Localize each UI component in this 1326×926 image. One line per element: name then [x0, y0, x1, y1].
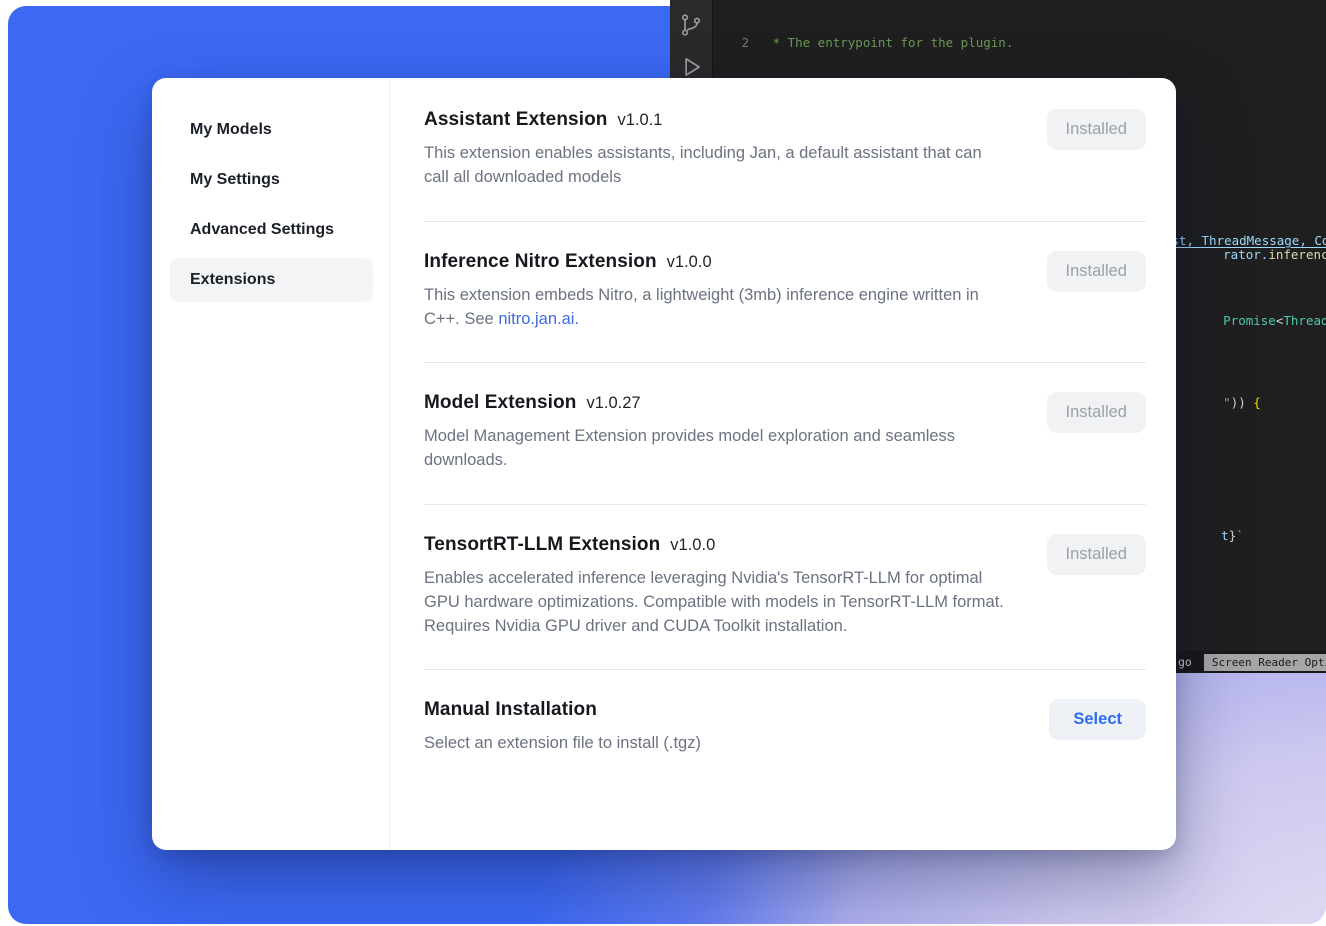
extension-title: Model Extension	[424, 392, 576, 414]
extension-description: This extension embeds Nitro, a lightweig…	[424, 283, 1007, 332]
extension-row-model: Model Extension v1.0.27 Model Management…	[424, 363, 1146, 505]
sidebar-item-label: Advanced Settings	[190, 221, 334, 239]
extension-row-inference-nitro: Inference Nitro Extension v1.0.0 This ex…	[424, 222, 1146, 364]
run-debug-icon[interactable]	[678, 54, 704, 80]
extension-description: This extension enables assistants, inclu…	[424, 141, 1007, 190]
sidebar-item-label: My Models	[190, 121, 272, 139]
source-control-icon[interactable]	[678, 12, 704, 38]
extension-row-assistant: Assistant Extension v1.0.1 This extensio…	[424, 78, 1146, 222]
manual-installation-title: Manual Installation	[424, 699, 597, 721]
code-fragment: rator.inference(data));	[1178, 230, 1326, 280]
extension-row-tensorrt-llm: TensortRT-LLM Extension v1.0.0 Enables a…	[424, 505, 1146, 671]
extension-description: Model Management Extension provides mode…	[424, 424, 1007, 473]
extension-title: Assistant Extension	[424, 109, 608, 131]
select-file-button[interactable]: Select	[1049, 699, 1146, 740]
sidebar-item-my-models[interactable]: My Models	[170, 108, 373, 152]
extension-version: v1.0.0	[667, 253, 712, 272]
code-fragment: Promise<ThreadMessage>	[1178, 296, 1326, 346]
installed-button[interactable]: Installed	[1047, 109, 1146, 150]
code-line: 2 * The entrypoint for the plugin.	[713, 35, 1326, 52]
extension-version: v1.0.27	[586, 394, 640, 413]
screen-reader-status-chip[interactable]: Screen Reader Optimized	[1204, 654, 1326, 671]
settings-modal: My Models My Settings Advanced Settings …	[152, 78, 1176, 850]
sidebar-item-extensions[interactable]: Extensions	[170, 258, 373, 302]
code-text: * The entrypoint for the plugin.	[765, 35, 1013, 52]
settings-sidebar: My Models My Settings Advanced Settings …	[152, 78, 390, 850]
extension-description: Enables accelerated inference leveraging…	[424, 566, 1007, 639]
sidebar-item-my-settings[interactable]: My Settings	[170, 158, 373, 202]
extensions-panel: Assistant Extension v1.0.1 This extensio…	[390, 78, 1176, 850]
sidebar-item-label: Extensions	[190, 271, 275, 289]
status-language[interactable]: go	[1178, 655, 1192, 669]
extension-title: TensortRT-LLM Extension	[424, 534, 660, 556]
sidebar-item-advanced-settings[interactable]: Advanced Settings	[170, 208, 373, 252]
sidebar-item-label: My Settings	[190, 171, 280, 189]
line-number: 2	[713, 35, 765, 52]
installed-button[interactable]: Installed	[1047, 251, 1146, 292]
nitro-jan-ai-link[interactable]: nitro.jan.ai.	[498, 310, 579, 328]
manual-installation-description: Select an extension file to install (.tg…	[424, 731, 701, 755]
screen: 2 * The entrypoint for the plugin. 3 */ …	[0, 0, 1326, 926]
extension-version: v1.0.1	[618, 111, 663, 130]
extension-version: v1.0.0	[670, 536, 715, 555]
manual-installation-row: Manual Installation Select an extension …	[424, 670, 1146, 791]
code-fragment: t}`	[1176, 511, 1244, 561]
installed-button[interactable]: Installed	[1047, 534, 1146, 575]
extension-title: Inference Nitro Extension	[424, 251, 657, 273]
code-fragment: ")) {	[1178, 378, 1261, 428]
installed-button[interactable]: Installed	[1047, 392, 1146, 433]
